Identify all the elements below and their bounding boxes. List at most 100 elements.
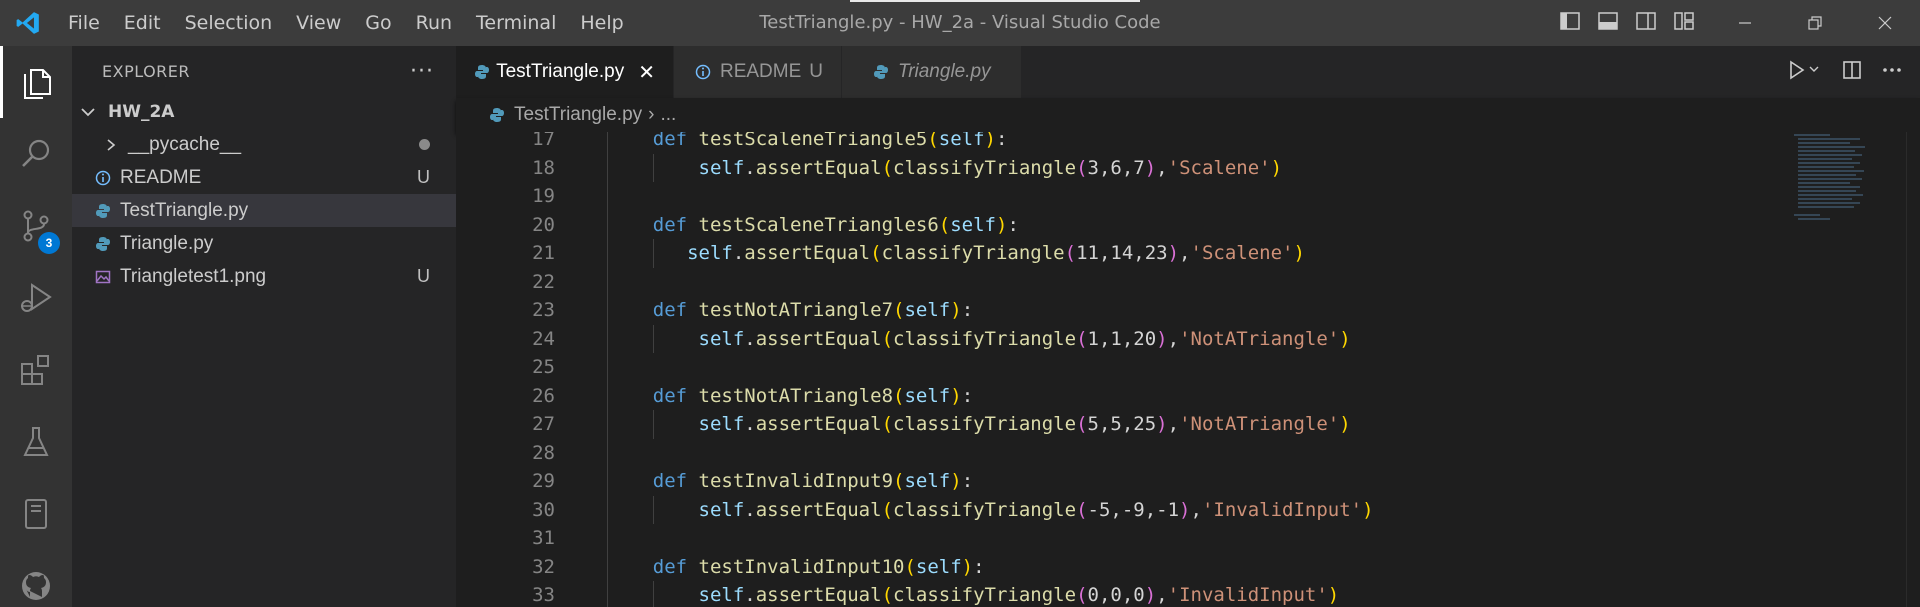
restore-icon[interactable] — [1780, 0, 1850, 46]
code-token: , — [1167, 413, 1180, 435]
minimize-icon[interactable] — [1710, 0, 1780, 46]
code-line: 24 self.assertEqual(classifyTriangle(1,1… — [456, 325, 1756, 354]
untracked-status: U — [417, 167, 430, 187]
tree-item-label: README — [120, 166, 202, 188]
code-line: 18 self.assertEqual(classifyTriangle(3,6… — [456, 154, 1756, 183]
indent-guide — [653, 581, 654, 607]
code-token: ) — [950, 384, 962, 407]
github-icon[interactable] — [0, 550, 72, 607]
code-token: . — [744, 498, 756, 521]
code-line: 21 self.assertEqual(classifyTriangle(11,… — [456, 239, 1756, 268]
notebook-icon[interactable] — [0, 478, 72, 550]
more-actions-icon[interactable]: ··· — [410, 59, 434, 84]
arguments: -5,-9,-1 — [1087, 498, 1180, 521]
code-token: ( — [904, 555, 916, 578]
code-text: self.assertEqual(classifyTriangle(11,14,… — [607, 239, 1305, 268]
function-name: testNotATriangle7 — [698, 299, 894, 321]
code-text: self.assertEqual(classifyTriangle(3,6,7)… — [607, 154, 1283, 183]
source-control-icon[interactable]: 3 — [0, 190, 72, 262]
extensions-icon[interactable] — [0, 334, 72, 406]
tab-testtriangle[interactable]: TestTriangle.py ✕ — [456, 46, 674, 98]
code-token: classifyTriangle — [893, 156, 1077, 179]
run-file-icon[interactable] — [1788, 60, 1822, 84]
code-text: self.assertEqual(classifyTriangle(1,1,20… — [607, 325, 1351, 354]
tab-label: README — [719, 61, 802, 82]
editor-scrollbar[interactable] — [1906, 132, 1920, 607]
customize-layout-icon[interactable] — [1674, 12, 1694, 34]
code-line: 20 def testScaleneTriangles6(self): — [456, 211, 1756, 240]
breadcrumb-file[interactable]: TestTriangle.py — [514, 104, 642, 126]
keyword-def: def — [652, 132, 688, 150]
function-name: testScaleneTriangles6 — [698, 213, 939, 236]
code-line: 29 def testInvalidInput9(self): — [456, 467, 1756, 496]
code-token: ( — [893, 299, 905, 321]
keyword-def: def — [652, 470, 688, 492]
line-number: 20 — [532, 213, 555, 236]
window-controls — [1710, 0, 1920, 46]
code-token: assertEqual — [755, 156, 882, 179]
tree-item-readme[interactable]: README U — [72, 161, 456, 194]
string-literal: 'Scalene' — [1167, 156, 1271, 179]
menu-selection[interactable]: Selection — [173, 12, 285, 34]
tree-item-triangletest1[interactable]: Triangletest1.png U — [72, 260, 456, 293]
code-token: ) — [950, 299, 962, 321]
close-tab-icon[interactable]: ✕ — [638, 60, 655, 85]
untracked-status: U — [809, 61, 823, 82]
untracked-status: U — [417, 266, 430, 286]
code-token: : — [961, 384, 974, 407]
tree-item-triangle[interactable]: Triangle.py — [72, 227, 456, 260]
tab-readme[interactable]: README U — [674, 46, 842, 98]
indent-guide — [653, 239, 654, 268]
code-token: ( — [870, 242, 882, 264]
code-editor[interactable]: 17 def testScaleneTriangle5(self): 18 sel… — [456, 132, 1920, 607]
tree-item-pycache[interactable]: __pycache__ — [72, 128, 456, 161]
menu-bar: File Edit Selection View Go Run Terminal Help — [56, 0, 636, 46]
line-number: 24 — [532, 327, 555, 350]
breadcrumb: TestTriangle.py › ... — [456, 98, 1920, 132]
menu-run[interactable]: Run — [404, 12, 464, 34]
menu-view[interactable]: View — [284, 12, 353, 34]
python-file-icon — [92, 236, 114, 252]
menu-edit[interactable]: Edit — [112, 12, 173, 34]
tab-triangle[interactable]: Triangle.py — [842, 46, 1022, 98]
code-token: ( — [881, 584, 894, 606]
activity-bar: 3 — [0, 46, 72, 607]
code-token: ( — [1064, 242, 1077, 264]
close-window-icon[interactable] — [1850, 0, 1920, 46]
toggle-secondary-sidebar-icon[interactable] — [1636, 12, 1656, 34]
code-token: ( — [927, 132, 939, 150]
code-token: . — [732, 242, 745, 264]
code-text: def testInvalidInput10(self): — [607, 553, 985, 582]
keyword-def: def — [652, 213, 688, 236]
code-token: ) — [950, 470, 962, 492]
arguments: 1,1,20 — [1087, 327, 1157, 350]
code-token: ( — [893, 470, 905, 492]
menu-file[interactable]: File — [56, 12, 112, 34]
code-line: 31 — [456, 524, 1756, 553]
code-token: . — [744, 413, 756, 435]
code-text: self.assertEqual(classifyTriangle(-5,-9,… — [607, 496, 1374, 525]
workspace-folder[interactable]: HW_2A — [72, 96, 456, 128]
more-editor-actions-icon[interactable] — [1882, 60, 1902, 84]
search-icon[interactable] — [0, 118, 72, 190]
tree-item-testtriangle[interactable]: TestTriangle.py — [72, 194, 456, 227]
menu-terminal[interactable]: Terminal — [464, 12, 568, 34]
code-token: assertEqual — [755, 327, 882, 350]
arguments: 5,5,25 — [1087, 413, 1157, 435]
run-and-debug-icon[interactable] — [0, 262, 72, 334]
code-token: . — [744, 584, 756, 606]
split-editor-icon[interactable] — [1842, 60, 1862, 84]
line-number: 27 — [532, 413, 555, 435]
keyword-def: def — [652, 299, 688, 321]
indent-guide — [653, 410, 654, 439]
toggle-panel-icon[interactable] — [1598, 12, 1618, 34]
breadcrumb-symbol[interactable]: ... — [660, 104, 676, 126]
testing-icon[interactable] — [0, 406, 72, 478]
code-token: ) — [1362, 498, 1374, 521]
toggle-primary-sidebar-icon[interactable] — [1560, 12, 1580, 34]
menu-go[interactable]: Go — [353, 12, 403, 34]
line-number: 23 — [532, 299, 555, 321]
minimap[interactable] — [1790, 132, 1880, 242]
menu-help[interactable]: Help — [568, 12, 635, 34]
explorer-icon[interactable] — [0, 46, 72, 118]
